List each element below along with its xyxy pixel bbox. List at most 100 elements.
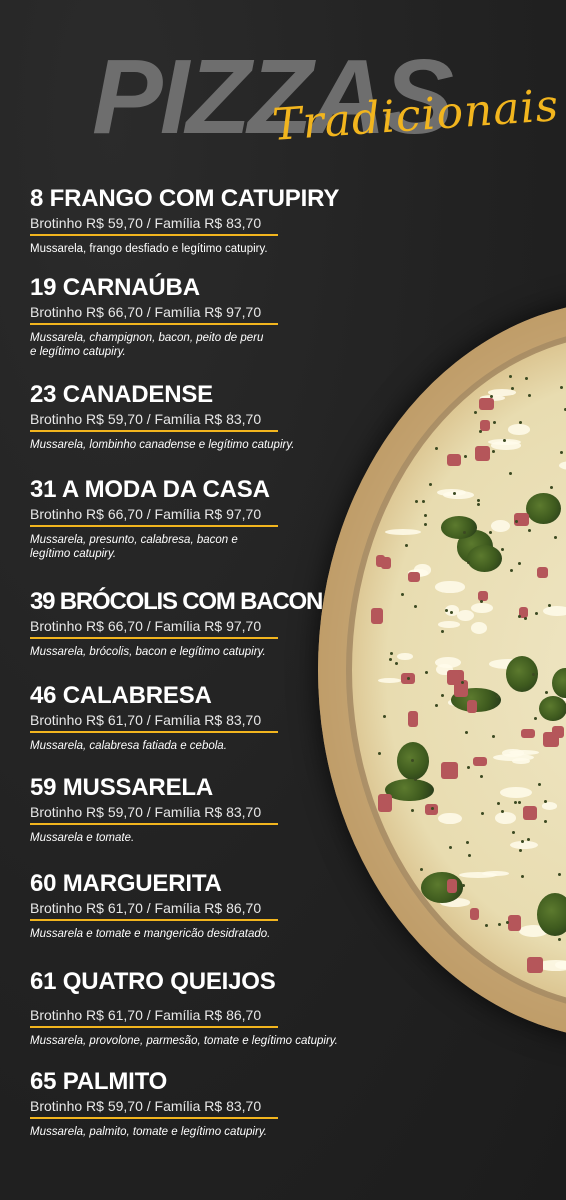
bacon-topping xyxy=(475,446,491,462)
oregano-speck xyxy=(543,799,547,803)
oregano-speck xyxy=(489,394,493,398)
oregano-speck xyxy=(479,599,483,603)
bacon-topping xyxy=(469,908,479,920)
menu-item: 60 MARGUERITA Brotinho R$ 61,70 / Famíli… xyxy=(30,871,390,941)
bacon-topping xyxy=(526,956,544,973)
item-price: Brotinho R$ 59,70 / Família R$ 83,70 xyxy=(30,804,262,820)
item-name: 61 QUATRO QUEIJOS xyxy=(30,968,276,995)
oregano-speck xyxy=(533,717,537,721)
bacon-topping xyxy=(407,571,420,583)
cheese-drizzle xyxy=(397,652,413,660)
menu-item: 59 MUSSARELA Brotinho R$ 59,70 / Família… xyxy=(30,775,390,845)
broccoli-topping xyxy=(440,516,478,539)
item-divider xyxy=(30,323,278,325)
item-price: Brotinho R$ 66,70 / Família R$ 97,70 xyxy=(30,304,262,320)
oregano-speck xyxy=(476,498,480,502)
oregano-speck xyxy=(434,703,438,707)
oregano-speck xyxy=(528,528,532,532)
oregano-speck xyxy=(506,920,510,924)
item-divider xyxy=(30,234,278,236)
oregano-speck xyxy=(496,694,500,698)
item-price: Brotinho R$ 61,70 / Família R$ 86,70 xyxy=(30,900,262,916)
item-name: 65 PALMITO xyxy=(30,1068,168,1095)
oregano-speck xyxy=(517,800,521,804)
bacon-topping xyxy=(425,803,439,816)
cheese-drizzle xyxy=(442,491,474,499)
oregano-speck xyxy=(401,592,405,596)
broccoli-topping xyxy=(538,695,566,722)
item-divider xyxy=(30,637,278,639)
item-name: 46 CALABRESA xyxy=(30,682,212,709)
oregano-speck xyxy=(510,386,514,390)
item-divider xyxy=(30,919,278,921)
item-description: Mussarela, presunto, calabresa, bacon e … xyxy=(30,534,238,560)
cheese-drizzle xyxy=(542,606,566,616)
item-name: 23 CANADENSE xyxy=(30,381,213,408)
bacon-topping xyxy=(523,805,538,820)
cheese-drizzle xyxy=(510,840,539,849)
item-name: 59 MUSSARELA xyxy=(30,774,213,801)
menu-item: 8 FRANGO COM CATUPIRY Brotinho R$ 59,70 … xyxy=(30,186,390,256)
item-divider xyxy=(30,525,278,527)
broccoli-topping xyxy=(537,892,566,936)
menu-item: 46 CALABRESA Brotinho R$ 61,70 / Família… xyxy=(30,683,390,753)
oregano-speck xyxy=(460,680,464,684)
cheese-drizzle xyxy=(491,519,510,532)
item-description: Mussarela, brócolis, bacon e legítimo ca… xyxy=(30,646,266,658)
item-price: Brotinho R$ 59,70 / Família R$ 83,70 xyxy=(30,215,262,231)
oregano-speck xyxy=(462,530,466,534)
item-description: Mussarela, lombinho canadense e legítimo… xyxy=(30,439,295,451)
oregano-speck xyxy=(501,547,505,551)
menu-item: 39 BRÓCOLIS COM BACON Brotinho R$ 66,70 … xyxy=(30,589,390,659)
oregano-speck xyxy=(467,854,471,858)
item-price: Brotinho R$ 61,70 / Família R$ 86,70 xyxy=(30,1007,262,1023)
broccoli-topping xyxy=(526,492,561,524)
item-description: Mussarela e tomate. xyxy=(30,832,135,844)
cheese-drizzle xyxy=(456,609,475,622)
menu-item: 19 CARNAÚBA Brotinho R$ 66,70 / Família … xyxy=(30,275,390,359)
item-price: Brotinho R$ 66,70 / Família R$ 97,70 xyxy=(30,618,262,634)
oregano-speck xyxy=(502,438,506,442)
item-divider xyxy=(30,1026,278,1028)
bacon-topping xyxy=(479,397,494,411)
item-description: Mussarela, palmito, tomate e legítimo ca… xyxy=(30,1126,267,1138)
item-divider xyxy=(30,823,278,825)
cheese-drizzle xyxy=(499,786,533,798)
oregano-speck xyxy=(496,801,500,805)
cheese-drizzle xyxy=(435,581,465,593)
bacon-topping xyxy=(521,728,535,739)
oregano-speck xyxy=(404,543,408,547)
item-price: Brotinho R$ 66,70 / Família R$ 97,70 xyxy=(30,506,262,522)
oregano-speck xyxy=(549,485,553,489)
oregano-speck xyxy=(512,830,516,834)
oregano-speck xyxy=(463,454,467,458)
item-price: Brotinho R$ 59,70 / Família R$ 83,70 xyxy=(30,1098,262,1114)
item-name: 31 A MODA DA CASA xyxy=(30,476,270,503)
item-divider xyxy=(30,430,278,432)
item-name: 8 FRANGO COM CATUPIRY xyxy=(30,185,340,212)
bacon-topping xyxy=(473,756,487,767)
oregano-speck xyxy=(510,568,514,572)
cheese-drizzle xyxy=(494,811,517,824)
oregano-speck xyxy=(560,450,563,454)
menu-item: 65 PALMITO Brotinho R$ 59,70 / Família R… xyxy=(30,1069,390,1139)
item-name: 19 CARNAÚBA xyxy=(30,274,200,301)
oregano-speck xyxy=(414,604,418,608)
bacon-topping xyxy=(466,700,477,713)
bacon-topping xyxy=(440,762,459,780)
item-description: Mussarela, calabresa fatiada e cebola. xyxy=(30,740,227,752)
item-price: Brotinho R$ 59,70 / Família R$ 83,70 xyxy=(30,411,262,427)
oregano-speck xyxy=(440,629,444,633)
bacon-topping xyxy=(478,590,488,601)
item-divider xyxy=(30,1117,278,1119)
oregano-speck xyxy=(493,420,497,424)
bacon-topping xyxy=(551,725,564,738)
menu-item: 31 A MODA DA CASA Brotinho R$ 66,70 / Fa… xyxy=(30,477,390,561)
item-description: Mussarela e tomate e mangericão desidrat… xyxy=(30,928,271,940)
oregano-speck xyxy=(492,734,496,738)
item-divider xyxy=(30,731,278,733)
item-description: Mussarela, provolone, parmesão, tomate e… xyxy=(30,1035,338,1047)
cheese-drizzle xyxy=(502,749,524,757)
oregano-speck xyxy=(461,884,465,888)
broccoli-topping xyxy=(385,778,434,802)
